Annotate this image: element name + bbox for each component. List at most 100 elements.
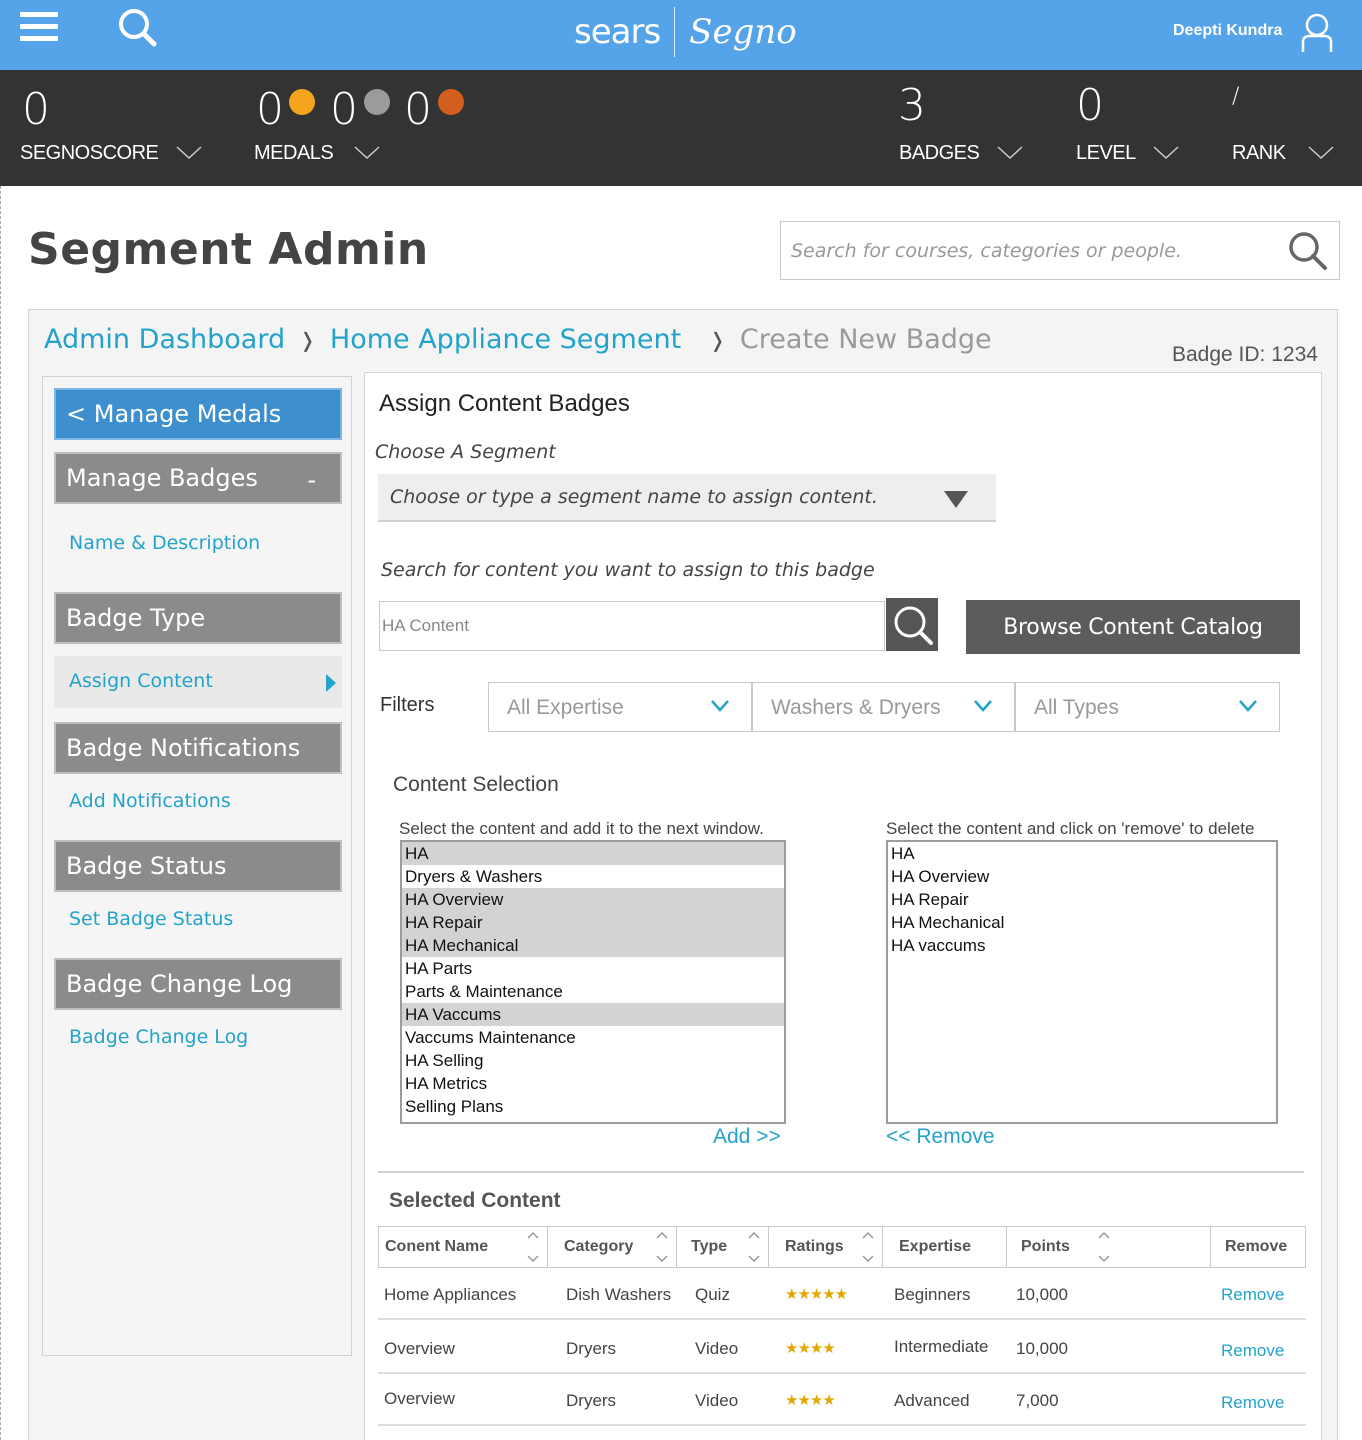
segno-logo: Segno bbox=[689, 12, 797, 52]
sort-icon[interactable] bbox=[748, 1230, 760, 1264]
cell-points: 10,000 bbox=[1016, 1339, 1068, 1358]
badge-id: Badge ID: 1234 bbox=[1172, 343, 1318, 366]
column-header-type[interactable]: Type bbox=[677, 1227, 769, 1267]
collapse-icon[interactable]: - bbox=[307, 466, 316, 494]
list-item[interactable]: HA Metrics bbox=[402, 1072, 784, 1095]
list-item[interactable]: Selling Plans bbox=[402, 1095, 784, 1118]
list-item[interactable]: HA Commission bbox=[402, 1118, 784, 1122]
remove-row-link[interactable]: Remove bbox=[1221, 1285, 1284, 1305]
column-header-ratings[interactable]: Ratings bbox=[769, 1227, 883, 1267]
assigned-content-list[interactable]: HA HA Overview HA Repair HA Mechanical HA va… bbox=[886, 840, 1278, 1124]
user-icon[interactable] bbox=[1300, 12, 1334, 52]
breadcrumb: Admin Dashboard ❭ Home Appliance Segment… bbox=[44, 324, 992, 355]
selected-content-table-header: Conent Name Category Type Ratings Expert… bbox=[378, 1226, 1306, 1268]
list-item[interactable]: HA Vaccums bbox=[402, 1003, 784, 1026]
manage-badges-label: Manage Badges bbox=[66, 464, 258, 492]
chevron-down-icon bbox=[1239, 700, 1257, 712]
add-notifications-link[interactable]: Add Notifications bbox=[69, 790, 231, 812]
segment-select-placeholder: Choose or type a segment name to assign … bbox=[390, 486, 878, 508]
segment-select[interactable]: Choose or type a segment name to assign … bbox=[378, 474, 996, 522]
remove-row-link[interactable]: Remove bbox=[1221, 1341, 1284, 1361]
list-item[interactable]: HA Mechanical bbox=[888, 911, 1276, 934]
breadcrumb-separator-icon: ❭ bbox=[299, 327, 316, 352]
set-badge-status-link[interactable]: Set Badge Status bbox=[69, 908, 233, 930]
sort-icon[interactable] bbox=[656, 1230, 668, 1264]
content-search-button[interactable] bbox=[886, 598, 938, 651]
list-item[interactable]: HA Selling bbox=[402, 1049, 784, 1072]
cell-expertise: Advanced bbox=[894, 1391, 970, 1410]
list-item[interactable]: HA Parts bbox=[402, 957, 784, 980]
list-item[interactable]: Dryers & Washers bbox=[402, 865, 784, 888]
silver-medal-icon bbox=[364, 89, 390, 115]
search-icon[interactable] bbox=[1287, 230, 1329, 272]
remove-button[interactable]: << Remove bbox=[886, 1125, 995, 1149]
badge-change-log-button[interactable]: Badge Change Log bbox=[54, 958, 342, 1010]
column-header-expertise[interactable]: Expertise bbox=[883, 1227, 1007, 1267]
badge-status-button[interactable]: Badge Status bbox=[54, 840, 342, 892]
table-row: Home Appliances Dish Washers Quiz ★★★★★ … bbox=[378, 1268, 1306, 1320]
list-item[interactable]: HA Mechanical bbox=[402, 934, 784, 957]
caret-right-icon bbox=[326, 674, 336, 692]
sears-logo: sears bbox=[574, 12, 661, 52]
global-search-input[interactable] bbox=[781, 222, 1281, 279]
brand-logo: sears Segno bbox=[574, 6, 797, 58]
filter-category[interactable]: Washers & Dryers bbox=[752, 682, 1015, 732]
list-item[interactable]: HA vaccums bbox=[888, 934, 1276, 957]
cell-name: Home Appliances bbox=[384, 1285, 517, 1304]
level-label[interactable]: LEVEL bbox=[1076, 142, 1136, 165]
chevron-down-icon[interactable] bbox=[997, 146, 1023, 160]
brand-divider bbox=[674, 7, 676, 57]
badge-notifications-button[interactable]: Badge Notifications bbox=[54, 722, 342, 774]
list-item[interactable]: HA Repair bbox=[888, 888, 1276, 911]
chevron-down-icon[interactable] bbox=[1308, 146, 1334, 160]
column-header-points[interactable]: Points bbox=[1007, 1227, 1211, 1267]
breadcrumb-separator-icon: ❭ bbox=[709, 327, 726, 352]
list-item[interactable]: HA Overview bbox=[402, 888, 784, 911]
medals-label[interactable]: MEDALS bbox=[254, 142, 334, 165]
search-icon[interactable] bbox=[116, 6, 158, 48]
content-search bbox=[379, 601, 885, 651]
badges-label[interactable]: BADGES bbox=[899, 142, 980, 165]
list-item[interactable]: Vaccums Maintenance bbox=[402, 1026, 784, 1049]
filter-type[interactable]: All Types bbox=[1015, 682, 1280, 732]
filter-expertise[interactable]: All Expertise bbox=[488, 682, 752, 732]
list-item[interactable]: HA Overview bbox=[888, 865, 1276, 888]
silver-medal-count: 0 bbox=[330, 84, 358, 135]
search-icon bbox=[894, 606, 933, 645]
rank-value: / bbox=[1232, 84, 1240, 109]
chevron-down-icon[interactable] bbox=[176, 146, 202, 160]
user-name[interactable]: Deepti Kundra bbox=[1173, 22, 1282, 40]
list-item[interactable]: HA bbox=[402, 842, 784, 865]
list-item[interactable]: HA bbox=[888, 842, 1276, 865]
sort-icon[interactable] bbox=[862, 1230, 874, 1264]
badge-type-button[interactable]: Badge Type bbox=[54, 592, 342, 644]
column-header-category[interactable]: Category bbox=[548, 1227, 677, 1267]
list-item[interactable]: Parts & Maintenance bbox=[402, 980, 784, 1003]
left-list-help: Select the content and add it to the nex… bbox=[399, 819, 764, 838]
column-header-name[interactable]: Conent Name bbox=[379, 1227, 548, 1267]
add-button[interactable]: Add >> bbox=[713, 1125, 781, 1149]
selected-content-title: Selected Content bbox=[389, 1189, 561, 1212]
content-search-input[interactable] bbox=[380, 602, 884, 650]
manage-medals-button[interactable]: < Manage Medals bbox=[54, 388, 342, 440]
rank-label[interactable]: RANK bbox=[1232, 142, 1286, 165]
sort-icon[interactable] bbox=[527, 1230, 539, 1264]
chevron-down-icon[interactable] bbox=[1153, 146, 1179, 160]
name-description-link[interactable]: Name & Description bbox=[69, 532, 260, 554]
assign-content-link[interactable]: Assign Content bbox=[69, 670, 213, 692]
column-header-label: Category bbox=[564, 1238, 634, 1255]
badge-change-log-link[interactable]: Badge Change Log bbox=[69, 1026, 248, 1048]
available-content-list[interactable]: HA Dryers & Washers HA Overview HA Repair HA… bbox=[400, 840, 786, 1124]
dropdown-triangle-icon bbox=[944, 491, 968, 508]
breadcrumb-admin-dashboard[interactable]: Admin Dashboard bbox=[44, 324, 285, 355]
remove-row-link[interactable]: Remove bbox=[1221, 1393, 1284, 1413]
browse-content-catalog-button[interactable]: Browse Content Catalog bbox=[966, 600, 1300, 654]
chevron-down-icon[interactable] bbox=[354, 146, 380, 160]
breadcrumb-home-appliance-segment[interactable]: Home Appliance Segment bbox=[330, 324, 681, 355]
segnoscore-label[interactable]: SEGNOSCORE bbox=[20, 142, 159, 165]
list-item[interactable]: HA Repair bbox=[402, 911, 784, 934]
column-header-label: Type bbox=[691, 1238, 728, 1255]
sort-icon[interactable] bbox=[1098, 1230, 1110, 1264]
manage-badges-button[interactable]: Manage Badges - bbox=[54, 452, 342, 504]
hamburger-icon[interactable] bbox=[20, 12, 58, 48]
